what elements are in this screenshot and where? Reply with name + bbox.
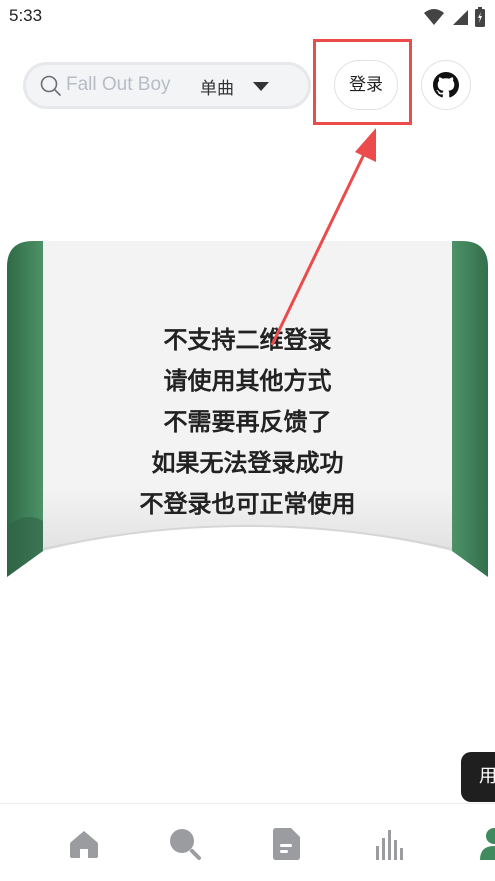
search-type-label: 单曲: [200, 78, 234, 99]
bottom-nav: [0, 803, 495, 881]
banner-line: 如果无法登录成功: [151, 449, 344, 477]
search-icon: [40, 75, 61, 96]
floating-tab[interactable]: 用: [461, 752, 495, 802]
status-time: 5:33: [9, 6, 43, 25]
banner-line: 不支持二维登录: [163, 326, 332, 354]
nav-user[interactable]: [474, 824, 495, 864]
search-icon: [170, 829, 201, 860]
wifi-icon: [424, 9, 444, 25]
caret-down-icon: [253, 82, 269, 91]
banner-line: 不登录也可正常使用: [139, 490, 356, 518]
nav-search[interactable]: [165, 824, 205, 864]
search-type-dropdown[interactable]: 单曲: [200, 73, 270, 99]
nav-document[interactable]: [267, 824, 307, 864]
user-icon: [480, 828, 495, 860]
github-icon: [433, 72, 459, 98]
banner-line: 不需要再反馈了: [163, 408, 332, 436]
screen: 5:33 单曲 登录: [0, 0, 495, 881]
search-bar: 单曲: [23, 62, 311, 109]
home-icon: [70, 831, 98, 858]
banner-line: 请使用其他方式: [163, 367, 332, 395]
github-button[interactable]: [421, 60, 471, 110]
nav-home[interactable]: [64, 824, 104, 864]
annotation-highlight-box: [313, 39, 412, 125]
status-bar: 5:33: [0, 0, 495, 34]
nav-chart[interactable]: [370, 824, 410, 864]
status-icons: [423, 7, 485, 27]
battery-icon: [475, 7, 485, 27]
search-input[interactable]: [66, 72, 198, 98]
banner-text: 不支持二维登录 请使用其他方式 不需要再反馈了 如果无法登录成功 不登录也可正常…: [40, 320, 455, 525]
document-icon: [273, 828, 300, 860]
chart-icon: [376, 830, 403, 860]
signal-icon: [453, 10, 468, 25]
